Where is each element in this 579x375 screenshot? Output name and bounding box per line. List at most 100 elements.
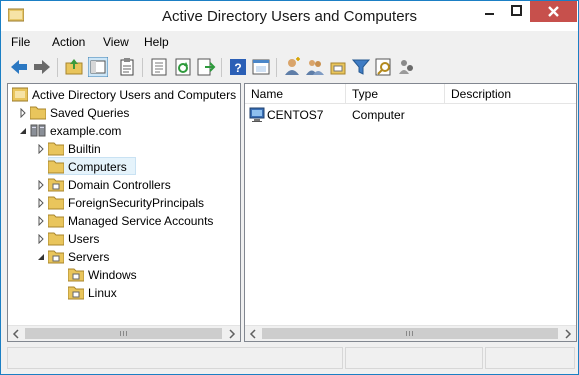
column-header-description[interactable]: Description [445, 84, 576, 104]
column-header-name[interactable]: Name [245, 84, 346, 104]
expand-icon[interactable] [36, 180, 46, 190]
folder-icon [48, 142, 64, 156]
folder-icon [48, 196, 64, 210]
column-header-type[interactable]: Type [346, 84, 445, 104]
close-icon [548, 6, 559, 17]
scroll-right-icon[interactable] [564, 329, 572, 339]
menu-action[interactable]: Action [52, 35, 85, 49]
title-bar[interactable]: Active Directory Users and Computers [1, 1, 578, 31]
minimize-button[interactable] [476, 1, 503, 22]
tree-item-computers[interactable]: Computers [36, 158, 236, 176]
ou-icon [68, 268, 84, 282]
tree-label-saved-queries: Saved Queries [50, 106, 130, 120]
tree-item-domain[interactable]: example.com [18, 122, 238, 140]
forward-icon[interactable] [32, 57, 52, 77]
export-list-icon[interactable] [196, 57, 216, 77]
status-cell-main [7, 347, 343, 369]
find-icon[interactable] [374, 57, 394, 77]
tree-item-servers[interactable]: Servers [36, 248, 236, 266]
console-tree-icon[interactable] [251, 57, 271, 77]
tree-item-foreign-security-principals[interactable]: ForeignSecurityPrincipals [36, 194, 236, 212]
folder-icon [48, 232, 64, 246]
scroll-thumb[interactable] [25, 328, 222, 339]
tree-horizontal-scrollbar[interactable] [8, 325, 240, 341]
menu-view[interactable]: View [103, 35, 129, 49]
help-icon[interactable]: ? [228, 57, 248, 77]
folder-icon [48, 214, 64, 228]
status-bar [1, 345, 578, 374]
tree-item-windows[interactable]: Windows [56, 266, 236, 284]
list-item-type: Computer [352, 108, 405, 122]
tree-label-computers: Computers [68, 160, 127, 174]
tree-label-managed-service-accounts: Managed Service Accounts [68, 214, 214, 228]
ou-icon [48, 178, 64, 192]
menu-help[interactable]: Help [144, 35, 169, 49]
toolbar-separator [142, 58, 143, 77]
expand-icon[interactable] [36, 234, 46, 244]
tree-item-root[interactable]: Active Directory Users and Computers [8, 86, 240, 104]
expand-icon[interactable] [36, 144, 46, 154]
scroll-left-icon[interactable] [12, 329, 20, 339]
details-pane[interactable]: Name Type Description CENTOS7 Computer [244, 83, 577, 342]
tree-item-managed-service-accounts[interactable]: Managed Service Accounts [36, 212, 236, 230]
back-icon[interactable] [9, 57, 29, 77]
minimize-icon [485, 13, 494, 15]
expand-icon[interactable] [36, 198, 46, 208]
menu-file[interactable]: File [11, 35, 30, 49]
maximize-button[interactable] [503, 1, 530, 22]
tree-item-domain-controllers[interactable]: Domain Controllers [36, 176, 236, 194]
show-hide-tree-icon[interactable] [88, 57, 108, 77]
tree-label-linux: Linux [88, 286, 117, 300]
folder-icon [48, 160, 64, 174]
scroll-left-icon[interactable] [249, 329, 257, 339]
tree-item-linux[interactable]: Linux [56, 284, 236, 302]
toolbar-separator [276, 58, 277, 77]
list-header: Name Type Description [245, 84, 576, 104]
status-cell-tertiary [485, 347, 575, 369]
collapse-icon[interactable] [36, 252, 46, 262]
snapin-icon [12, 87, 28, 102]
new-group-icon[interactable] [305, 57, 325, 77]
tree-label-builtin: Builtin [68, 142, 101, 156]
tree-label-windows: Windows [88, 268, 137, 282]
ou-icon [68, 286, 84, 300]
maximize-icon [511, 5, 522, 16]
ou-icon [48, 250, 64, 264]
collapse-icon[interactable] [18, 126, 28, 136]
console-tree-pane[interactable]: Active Directory Users and Computers Sav… [7, 83, 241, 342]
filter-icon[interactable] [351, 57, 371, 77]
up-folder-icon[interactable] [64, 57, 84, 77]
refresh-icon[interactable] [173, 57, 193, 77]
tree-label-root: Active Directory Users and Computers [32, 88, 237, 102]
tree-item-saved-queries[interactable]: Saved Queries [18, 104, 238, 122]
list-item[interactable]: CENTOS7 Computer [245, 106, 576, 124]
scroll-right-icon[interactable] [228, 329, 236, 339]
tree-label-foreign-security-principals: ForeignSecurityPrincipals [68, 196, 205, 210]
tree-label-domain: example.com [50, 124, 122, 138]
list-item-name: CENTOS7 [267, 108, 324, 122]
domain-icon [30, 124, 46, 137]
expand-icon[interactable] [18, 108, 28, 118]
clipboard-icon[interactable] [117, 57, 137, 77]
main-window: Active Directory Users and Computers Fil… [0, 0, 579, 375]
tree-item-builtin[interactable]: Builtin [36, 140, 236, 158]
toolbar-separator [221, 58, 222, 77]
menu-bar: File Action View Help [1, 31, 578, 53]
new-ou-icon[interactable] [328, 57, 348, 77]
properties-icon[interactable] [149, 57, 169, 77]
scroll-thumb[interactable] [262, 328, 558, 339]
close-button[interactable] [530, 1, 577, 22]
folder-icon [30, 106, 46, 120]
svg-text:?: ? [234, 61, 241, 75]
computer-icon [249, 107, 265, 122]
expand-icon[interactable] [36, 216, 46, 226]
list-horizontal-scrollbar[interactable] [245, 325, 576, 341]
toolbar: ? [1, 53, 578, 83]
tree-item-users[interactable]: Users [36, 230, 236, 248]
tree-label-servers: Servers [68, 250, 110, 264]
status-cell-secondary [345, 347, 483, 369]
add-to-group-icon[interactable] [397, 57, 417, 77]
tree-label-domain-controllers: Domain Controllers [68, 178, 171, 192]
toolbar-separator [57, 58, 58, 77]
new-user-icon[interactable] [282, 57, 302, 77]
